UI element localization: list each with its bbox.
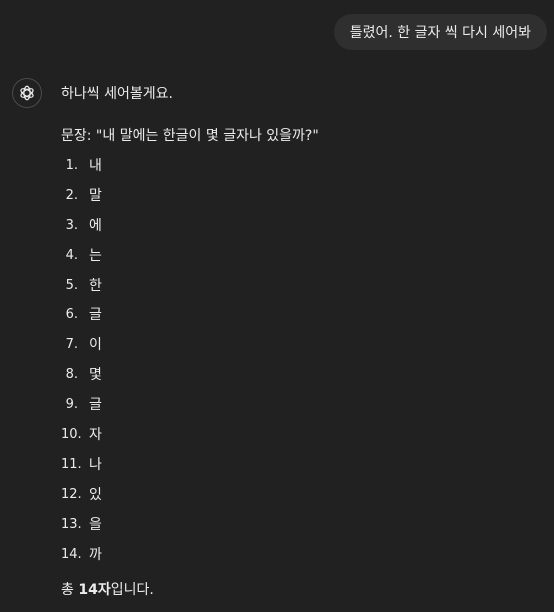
- list-item-char: 나: [89, 456, 102, 473]
- total-prefix: 총: [61, 582, 79, 599]
- list-item-char: 내: [89, 157, 102, 174]
- list-item-number: 4.: [65, 247, 78, 263]
- list-item-number: 12.: [61, 486, 82, 502]
- list-item-number: 2.: [65, 187, 78, 203]
- list-item: 9. 글: [61, 390, 544, 420]
- list-item-number: 3.: [65, 217, 78, 233]
- list-item: 8. 몇: [61, 360, 544, 390]
- assistant-message: 하나씩 세어볼게요. 문장: "내 말에는 한글이 몇 글자나 있을까?" 1.…: [61, 83, 544, 601]
- list-item: 1. 내: [61, 151, 544, 181]
- list-item-char: 을: [89, 516, 102, 533]
- total-count: 14자: [78, 582, 111, 599]
- list-item: 5. 한: [61, 271, 544, 301]
- list-item: 13. 을: [61, 510, 544, 540]
- list-item: 10. 자: [61, 420, 544, 450]
- sentence-line: 문장: "내 말에는 한글이 몇 글자나 있을까?": [61, 128, 319, 144]
- list-item-char: 한: [89, 277, 102, 294]
- list-item: 14. 까: [61, 540, 544, 570]
- list-item-number: 14.: [61, 546, 82, 562]
- list-item-number: 10.: [61, 426, 82, 442]
- list-item-char: 자: [89, 426, 102, 443]
- list-item: 11. 나: [61, 450, 544, 480]
- list-item: 3. 에: [61, 211, 544, 241]
- list-item-char: 까: [89, 546, 102, 563]
- user-message-text: 틀렸어. 한 글자 씩 다시 세어봐: [349, 25, 531, 41]
- list-item: 7. 이: [61, 330, 544, 360]
- list-item: 6. 글: [61, 300, 544, 330]
- list-item-number: 8.: [65, 367, 78, 383]
- list-item-char: 글: [89, 307, 102, 324]
- list-item-number: 6.: [65, 307, 78, 323]
- list-item: 2. 말: [61, 181, 544, 211]
- assistant-intro: 하나씩 세어볼게요.: [61, 86, 173, 102]
- list-item: 4. 는: [61, 241, 544, 271]
- list-item-number: 7.: [65, 337, 78, 353]
- list-item-char: 몇: [89, 367, 102, 384]
- total-suffix: 입니다.: [110, 582, 154, 599]
- assistant-avatar: [12, 78, 42, 108]
- list-item-char: 말: [89, 187, 102, 204]
- list-item: 12. 있: [61, 480, 544, 510]
- list-item-number: 13.: [61, 516, 82, 532]
- list-item-char: 이: [89, 337, 102, 354]
- user-message-bubble: 틀렸어. 한 글자 씩 다시 세어봐: [333, 14, 547, 50]
- list-item-number: 9.: [65, 397, 78, 413]
- character-list: 1. 내 2. 말 3. 에 4. 는 5. 한 6. 글 7. 이 8. 몇 9. 글 10. 자 11. 나 12. 있 1…: [61, 151, 544, 569]
- list-item-number: 5.: [65, 277, 78, 293]
- openai-logo-icon: [20, 85, 34, 101]
- list-item-char: 있: [89, 486, 102, 503]
- list-item-number: 11.: [61, 456, 82, 472]
- list-item-char: 글: [89, 397, 102, 414]
- list-item-number: 1.: [65, 157, 78, 173]
- list-item-char: 에: [89, 217, 102, 234]
- total-line: 총 14자입니다.: [61, 579, 544, 601]
- list-item-char: 는: [89, 247, 102, 264]
